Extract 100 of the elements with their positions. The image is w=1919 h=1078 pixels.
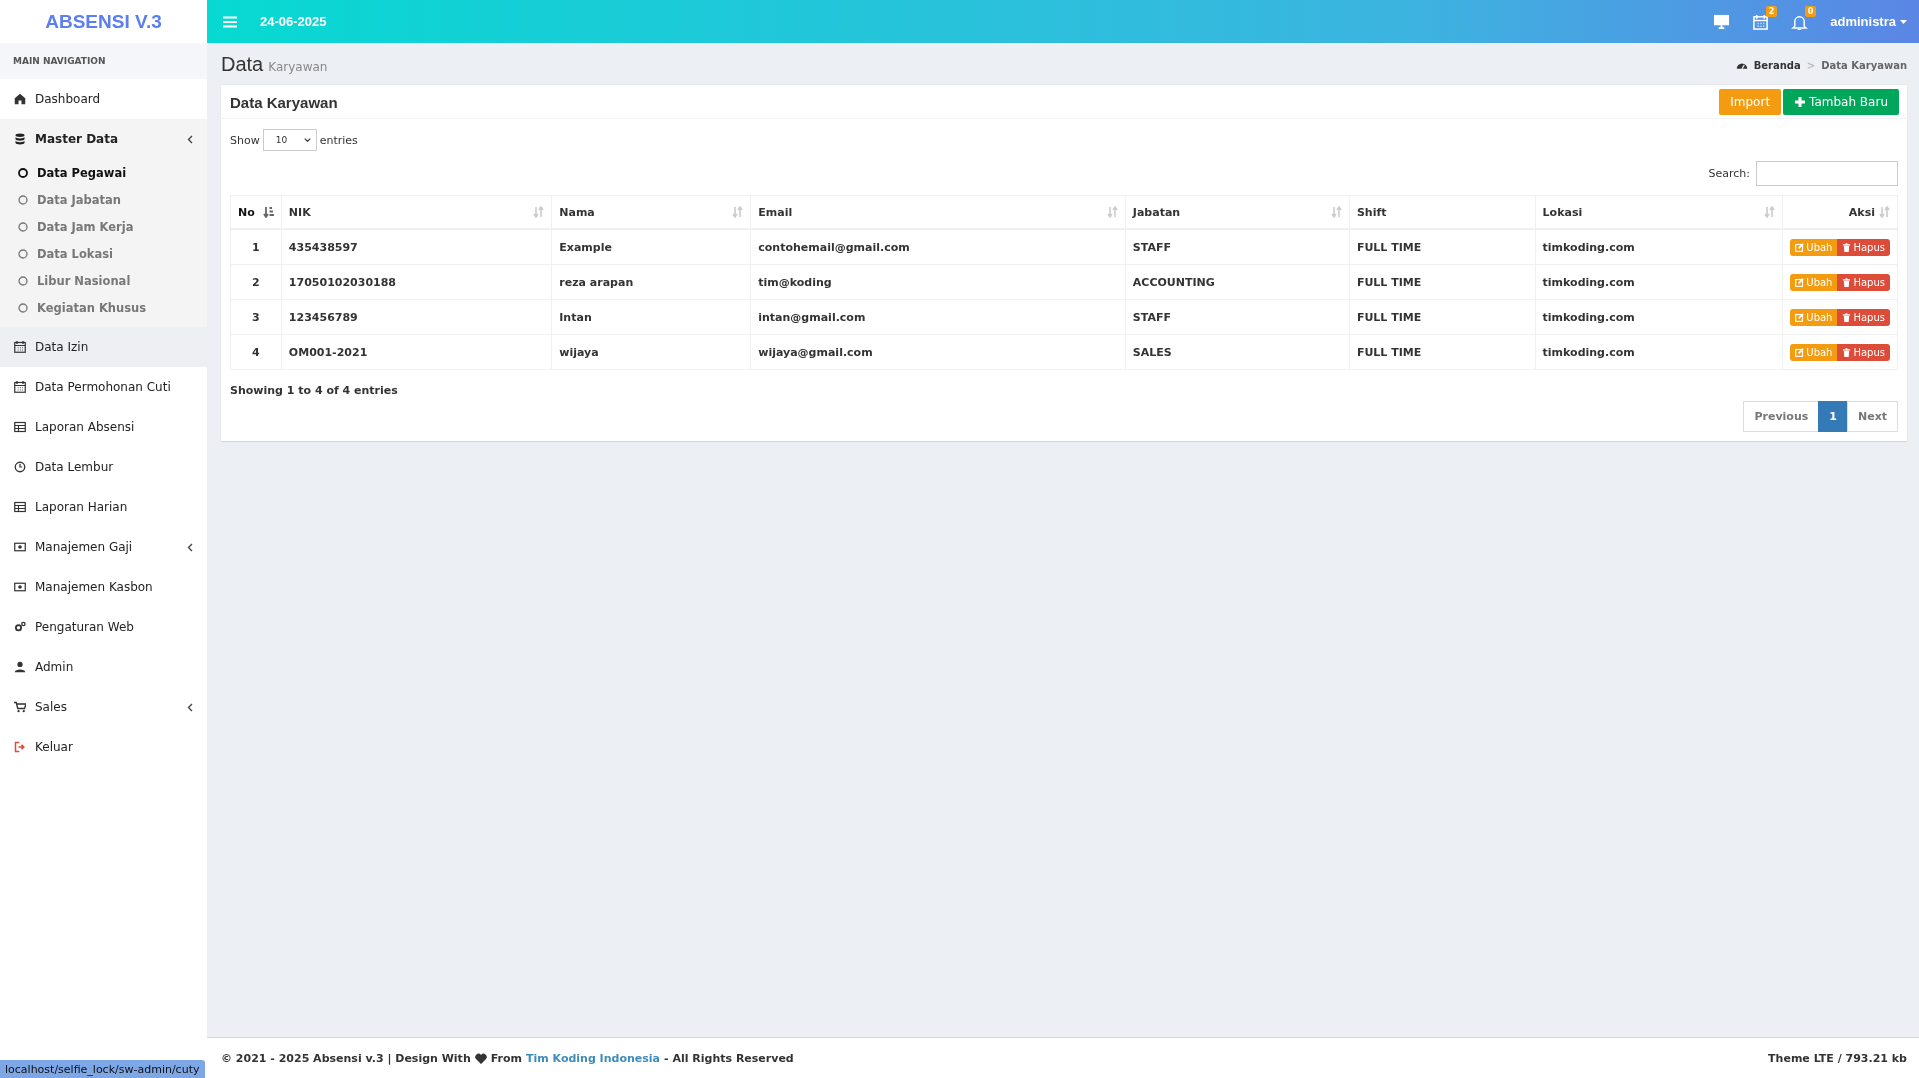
- chevron-left-icon: [187, 702, 193, 712]
- pagination-button[interactable]: Previous: [1743, 401, 1820, 432]
- calendar-icon: [14, 381, 26, 393]
- user-icon: [14, 661, 26, 673]
- sidebar-item[interactable]: Pengaturan Web: [0, 607, 207, 647]
- sidebar-item[interactable]: Sales: [0, 687, 207, 727]
- table-cell: STAFF: [1125, 229, 1350, 265]
- search-label: Search:: [1708, 167, 1750, 180]
- sidebar-heading: MAIN NAVIGATION: [0, 43, 207, 79]
- table-cell: 17050102030188: [281, 264, 552, 300]
- search-field[interactable]: [1756, 161, 1898, 186]
- edit-icon: [1795, 312, 1805, 322]
- sidebar-item[interactable]: Keluar: [0, 727, 207, 767]
- circle-icon: [18, 248, 28, 259]
- copyright-text: © 2021 - 2025 Absensi v.3 | Design With: [221, 1051, 471, 1065]
- sidebar-item[interactable]: Data Permohonan Cuti: [0, 367, 207, 407]
- entries-label: entries: [319, 133, 358, 147]
- table-cell: FULL TIME: [1349, 299, 1536, 335]
- table-cell: SALES: [1125, 334, 1350, 370]
- table-cell: Intan: [551, 299, 751, 335]
- page-subtitle: Karyawan: [268, 60, 328, 74]
- caret-icon: [1900, 19, 1907, 24]
- count-badge: 2: [1765, 5, 1778, 17]
- delete-button[interactable]: Hapus: [1837, 308, 1890, 326]
- column-header[interactable]: Aksi: [1782, 195, 1898, 229]
- pagination-button[interactable]: 1: [1818, 401, 1848, 432]
- chevron-left-icon: [187, 134, 193, 144]
- column-header[interactable]: No: [230, 195, 282, 229]
- author-link[interactable]: Tim Koding Indonesia: [526, 1051, 660, 1065]
- table-cell: timkoding.com: [1535, 229, 1783, 265]
- trash-icon: [1842, 347, 1852, 357]
- sidebar-item[interactable]: Manajemen Kasbon: [0, 567, 207, 607]
- sidebar-item[interactable]: Data Izin: [0, 327, 207, 367]
- table-cell: 435438597: [281, 229, 552, 265]
- sort-icon: [1106, 206, 1118, 218]
- table-cell: reza arapan: [551, 264, 751, 300]
- table-cell: timkoding.com: [1535, 299, 1783, 335]
- clock-icon: [14, 461, 26, 473]
- calendar-icon[interactable]: [1752, 13, 1770, 30]
- plus-icon: [1794, 96, 1807, 108]
- breadcrumb-link[interactable]: Beranda: [1753, 59, 1801, 71]
- sidebar-subitem[interactable]: Data Pegawai: [0, 159, 207, 186]
- sidebar-subitem[interactable]: Data Jam Kerja: [0, 213, 207, 240]
- sidebar-item[interactable]: Admin: [0, 647, 207, 687]
- page-size-select[interactable]: 10: [262, 129, 317, 151]
- sidebar-item[interactable]: Laporan Harian: [0, 487, 207, 527]
- heart-icon: [474, 1052, 487, 1064]
- bell-icon[interactable]: [1791, 13, 1809, 30]
- table-cell: timkoding.com: [1535, 264, 1783, 300]
- column-header[interactable]: Nama: [551, 195, 751, 229]
- table-cell: 123456789: [281, 299, 552, 335]
- table-cell: Example: [551, 229, 751, 265]
- database-icon: [14, 133, 26, 145]
- show-label: Show: [230, 133, 260, 147]
- date-text: 24-06-2025: [260, 14, 327, 29]
- app-logo[interactable]: ABSENSI V.3: [0, 0, 207, 43]
- sort-ascending-icon: [262, 206, 274, 218]
- column-header[interactable]: Shift: [1349, 195, 1536, 229]
- edit-icon: [1795, 242, 1805, 252]
- table-cell: FULL TIME: [1349, 229, 1536, 265]
- column-header[interactable]: Jabatan: [1125, 195, 1350, 229]
- column-header[interactable]: Email: [750, 195, 1126, 229]
- sidebar-subitem[interactable]: Data Jabatan: [0, 186, 207, 213]
- gears-icon: [14, 621, 26, 633]
- calendar-icon: [14, 341, 26, 353]
- column-header[interactable]: Lokasi: [1535, 195, 1783, 229]
- delete-button[interactable]: Hapus: [1837, 343, 1890, 361]
- from-text: From: [490, 1051, 522, 1065]
- monitor-icon[interactable]: [1713, 13, 1731, 30]
- banknote-icon: [14, 581, 26, 593]
- table-cell: wijaya@gmail.com: [750, 334, 1126, 370]
- breadcrumb-separator: >: [1806, 59, 1816, 71]
- sidebar-item[interactable]: Laporan Absensi: [0, 407, 207, 447]
- sidebar-subitem[interactable]: Data Lokasi: [0, 240, 207, 267]
- breadcrumb-current: Data Karyawan: [1821, 59, 1907, 71]
- table-icon: [14, 421, 26, 433]
- circle-icon: [18, 302, 28, 313]
- delete-button[interactable]: Hapus: [1837, 273, 1890, 291]
- table-icon: [14, 501, 26, 513]
- banknote-icon: [14, 541, 26, 553]
- table-cell: 3: [230, 299, 282, 335]
- circle-icon: [18, 194, 28, 205]
- table-cell: FULL TIME: [1349, 334, 1536, 370]
- menu-icon[interactable]: [223, 15, 237, 28]
- column-header[interactable]: NIK: [281, 195, 552, 229]
- pagination-button[interactable]: Next: [1846, 401, 1898, 432]
- sidebar-item[interactable]: Manajemen Gaji: [0, 527, 207, 567]
- page-title: Data: [221, 53, 264, 76]
- table-cell: contohemail@gmail.com: [750, 229, 1126, 265]
- table-cell: 4: [230, 334, 282, 370]
- panel-title: Data Karyawan: [230, 93, 338, 111]
- trash-icon: [1842, 277, 1852, 287]
- edit-icon: [1795, 277, 1805, 287]
- sidebar-subitem[interactable]: Libur Nasional: [0, 267, 207, 294]
- sidebar-item[interactable]: Data Lembur: [0, 447, 207, 487]
- sort-icon: [732, 206, 744, 218]
- delete-button[interactable]: Hapus: [1837, 238, 1890, 256]
- sidebar-item[interactable]: Dashboard: [0, 79, 207, 119]
- circle-icon: [18, 167, 28, 178]
- sidebar-subitem[interactable]: Kegiatan Khusus: [0, 294, 207, 321]
